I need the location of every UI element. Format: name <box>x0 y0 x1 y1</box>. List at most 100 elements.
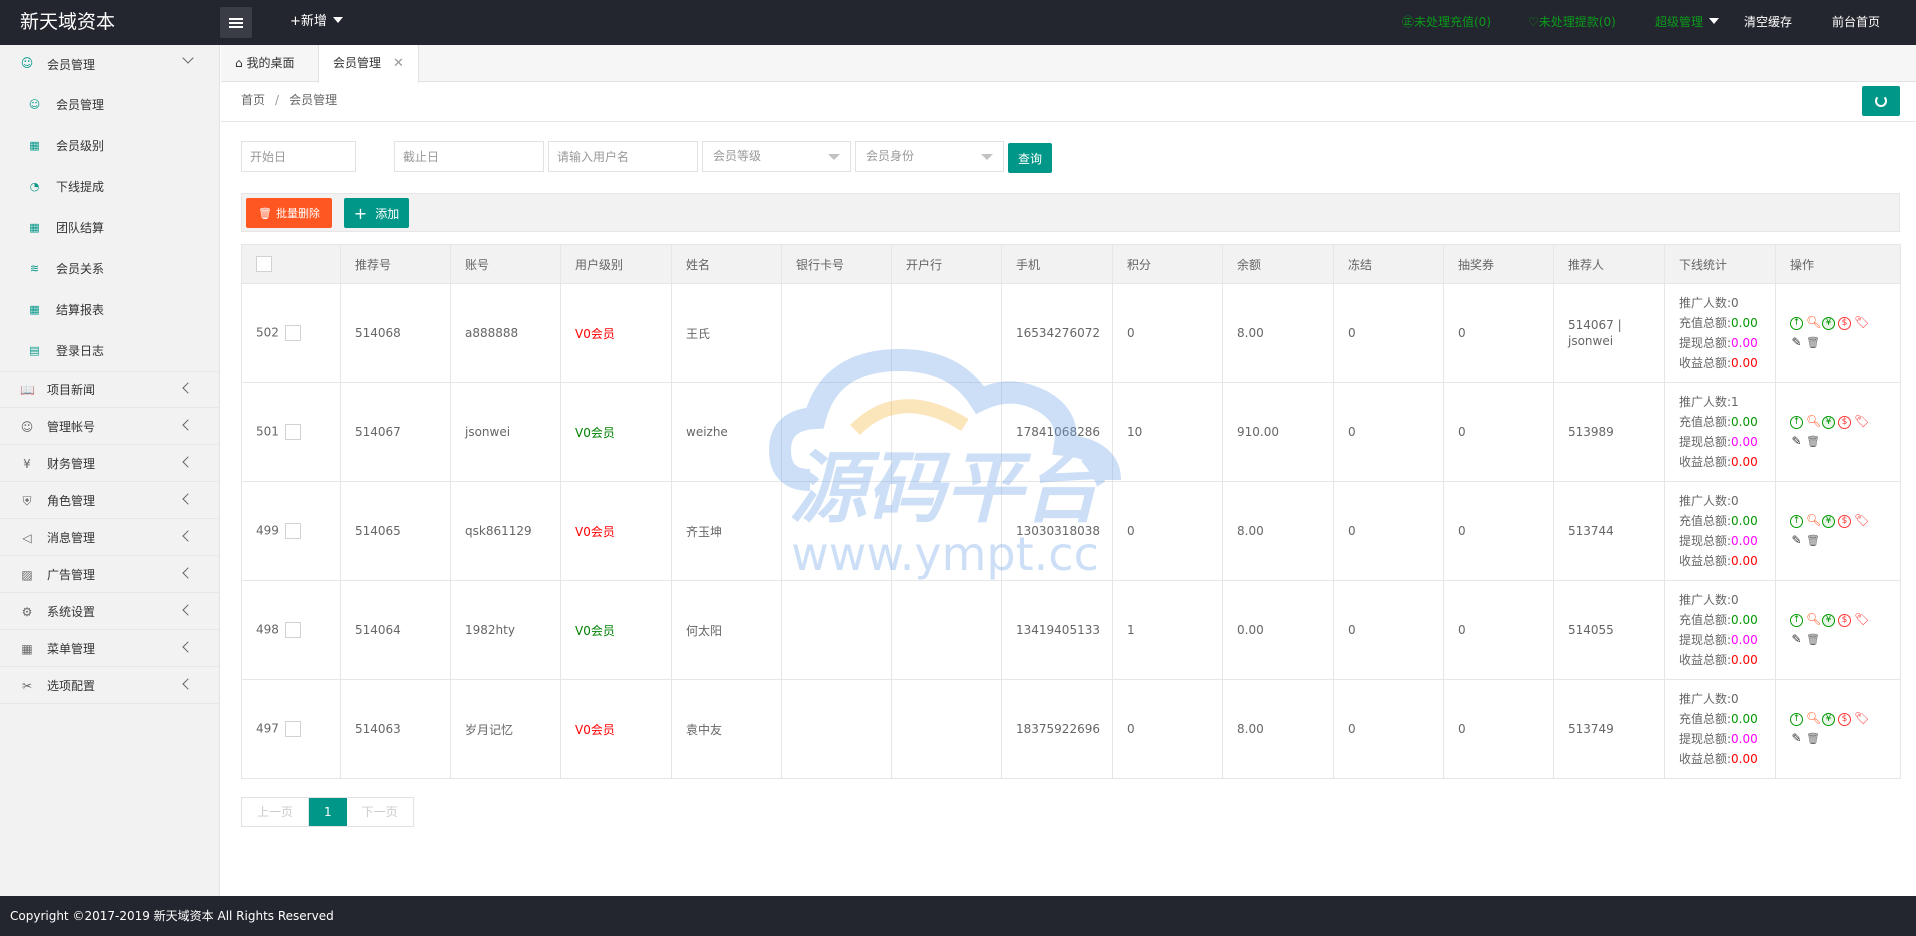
search-icon[interactable]: 🔍︎ <box>1806 415 1821 429</box>
tag-icon[interactable]: 🏷︎ <box>1854 415 1869 429</box>
dollar-icon[interactable]: $ <box>1838 416 1851 429</box>
unprocessed-recharge-link[interactable]: ㊣未处理充值(0) <box>1402 0 1491 44</box>
breadcrumb-home[interactable]: 首页 <box>241 93 265 107</box>
end-date-input[interactable] <box>394 141 544 172</box>
frontend-home-link[interactable]: 前台首页 <box>1832 0 1880 44</box>
upgrade-icon[interactable]: ↑ <box>1790 416 1803 429</box>
row-checkbox[interactable] <box>284 325 301 341</box>
breadcrumb-bar: 首页 / 会员管理 <box>221 82 1916 122</box>
select-all-checkbox[interactable] <box>256 256 272 272</box>
clear-cache-link[interactable]: 清空缓存 <box>1744 0 1792 44</box>
edit-icon[interactable]: ✎ <box>1790 633 1803 647</box>
chevron-left-icon <box>182 530 194 542</box>
sidebar-subitem-2[interactable]: ◔ 下线提成 <box>0 166 220 207</box>
sidebar-subitem-6[interactable]: ▤ 登录日志 <box>0 330 220 371</box>
sidebar-group-label: 消息管理 <box>47 531 96 545</box>
edit-icon[interactable]: ✎ <box>1790 336 1803 350</box>
sidebar-group-0[interactable]: 📖 项目新闻 <box>0 372 220 408</box>
tag-icon[interactable]: 🏷︎ <box>1854 316 1869 330</box>
super-admin-dropdown[interactable]: 超级管理 <box>1655 0 1720 44</box>
member-identity-select[interactable]: 会员身份 <box>855 141 1004 172</box>
search-icon[interactable]: 🔍︎ <box>1806 712 1821 726</box>
sidebar-subitem-1[interactable]: ▦ 会员级别 <box>0 125 220 166</box>
sidebar-group-6[interactable]: ⚙ 系统设置 <box>0 594 220 630</box>
sidebar-group-5[interactable]: ▨ 广告管理 <box>0 557 220 593</box>
cell-name: 何太阳 <box>671 580 782 680</box>
sidebar-group-3[interactable]: ⛨ 角色管理 <box>0 483 220 519</box>
add-button[interactable]: + 添加 <box>344 198 409 228</box>
tab-members[interactable]: 会员管理 ✕ <box>318 45 419 83</box>
tag-icon[interactable]: 🏷︎ <box>1854 613 1869 627</box>
dollar-icon[interactable]: $ <box>1838 515 1851 528</box>
sidebar-subitem-0[interactable]: ☺ 会员管理 <box>0 84 220 125</box>
upgrade-icon[interactable]: ↑ <box>1790 713 1803 726</box>
yen-icon[interactable]: ¥ <box>1822 515 1835 528</box>
trash-icon[interactable]: 🗑︎ <box>1806 337 1820 350</box>
upgrade-icon[interactable]: ↑ <box>1790 614 1803 627</box>
trash-icon[interactable]: 🗑︎ <box>1806 733 1820 746</box>
cell-referrer: 513744 <box>1553 481 1665 581</box>
sidebar-subitem-label: 会员级别 <box>56 139 105 153</box>
trash-icon[interactable]: 🗑︎ <box>1806 634 1820 647</box>
sidebar-subitem-4[interactable]: ≋ 会员关系 <box>0 248 220 289</box>
close-icon[interactable]: ✕ <box>393 56 404 71</box>
yen-icon[interactable]: ¥ <box>1822 614 1835 627</box>
edit-icon[interactable]: ✎ <box>1790 435 1803 449</box>
row-checkbox[interactable] <box>284 424 301 440</box>
cell-points: 10 <box>1112 382 1223 482</box>
sidebar-group-8[interactable]: ✂ 选项配置 <box>0 668 220 704</box>
speaker-icon: ◁ <box>22 531 32 545</box>
trash-icon[interactable]: 🗑︎ <box>1806 535 1820 548</box>
upgrade-icon[interactable]: ↑ <box>1790 515 1803 528</box>
page-1-button[interactable]: 1 <box>309 798 347 826</box>
cell-referrer: 514055 <box>1553 580 1665 680</box>
start-date-input[interactable] <box>241 141 356 172</box>
sidebar-subitem-3[interactable]: ▦ 团队结算 <box>0 207 220 248</box>
stat-value: 0.00 <box>1731 712 1758 726</box>
cell-actions: ↑ 🔍︎ ¥ $ 🏷︎ ✎ 🗑︎ <box>1775 580 1901 680</box>
row-checkbox[interactable] <box>284 622 301 638</box>
row-checkbox[interactable] <box>284 523 301 539</box>
search-icon[interactable]: 🔍︎ <box>1806 316 1821 330</box>
username-input[interactable] <box>548 141 698 172</box>
yen-icon[interactable]: ¥ <box>1822 713 1835 726</box>
dollar-icon[interactable]: $ <box>1838 614 1851 627</box>
next-page-button[interactable]: 下一页 <box>346 798 413 826</box>
chevron-left-icon <box>182 493 194 505</box>
unprocessed-withdraw-link[interactable]: ♡未处理提款(0) <box>1528 0 1616 44</box>
stat-label: 充值总额: <box>1679 613 1732 627</box>
home-icon: ⌂ <box>235 56 247 70</box>
search-icon[interactable]: 🔍︎ <box>1806 613 1821 627</box>
trash-icon[interactable]: 🗑︎ <box>1806 436 1820 449</box>
query-button[interactable]: 查询 <box>1008 143 1052 173</box>
tab-home[interactable]: ⌂ 我的桌面 <box>221 45 308 82</box>
menu-toggle-button[interactable] <box>220 7 252 38</box>
sidebar-group-2[interactable]: ¥ 财务管理 <box>0 446 220 482</box>
edit-icon[interactable]: ✎ <box>1790 732 1803 746</box>
sidebar-group-members[interactable]: ☺ 会员管理 <box>0 45 220 84</box>
prev-page-button[interactable]: 上一页 <box>242 798 310 826</box>
yen-icon[interactable]: ¥ <box>1822 416 1835 429</box>
dollar-icon[interactable]: $ <box>1838 317 1851 330</box>
yen-icon[interactable]: ¥ <box>1822 317 1835 330</box>
sidebar-subitem-5[interactable]: ▦ 结算报表 <box>0 289 220 330</box>
dollar-icon[interactable]: $ <box>1838 713 1851 726</box>
tag-icon[interactable]: 🏷︎ <box>1854 712 1869 726</box>
cell-actions: ↑ 🔍︎ ¥ $ 🏷︎ ✎ 🗑︎ <box>1775 679 1901 779</box>
sidebar-group-7[interactable]: ▦ 菜单管理 <box>0 631 220 667</box>
sidebar-group-1[interactable]: ☺ 管理帐号 <box>0 409 220 445</box>
stat-income: 收益总额:0.00 <box>1679 551 1761 571</box>
sidebar-group-4[interactable]: ◁ 消息管理 <box>0 520 220 556</box>
stat-value: 0.00 <box>1731 534 1758 548</box>
search-icon[interactable]: 🔍︎ <box>1806 514 1821 528</box>
member-level-select[interactable]: 会员等级 <box>702 141 851 172</box>
batch-delete-button[interactable]: 🗑 批量删除 <box>246 198 332 228</box>
stat-promoted: 推广人数:1 <box>1679 392 1761 412</box>
edit-icon[interactable]: ✎ <box>1790 534 1803 548</box>
refresh-button[interactable] <box>1862 86 1900 116</box>
tag-icon[interactable]: 🏷︎ <box>1854 514 1869 528</box>
stat-label: 推广人数: <box>1679 395 1732 409</box>
new-dropdown[interactable]: +新增 <box>290 0 343 44</box>
upgrade-icon[interactable]: ↑ <box>1790 317 1803 330</box>
row-checkbox[interactable] <box>284 721 301 737</box>
